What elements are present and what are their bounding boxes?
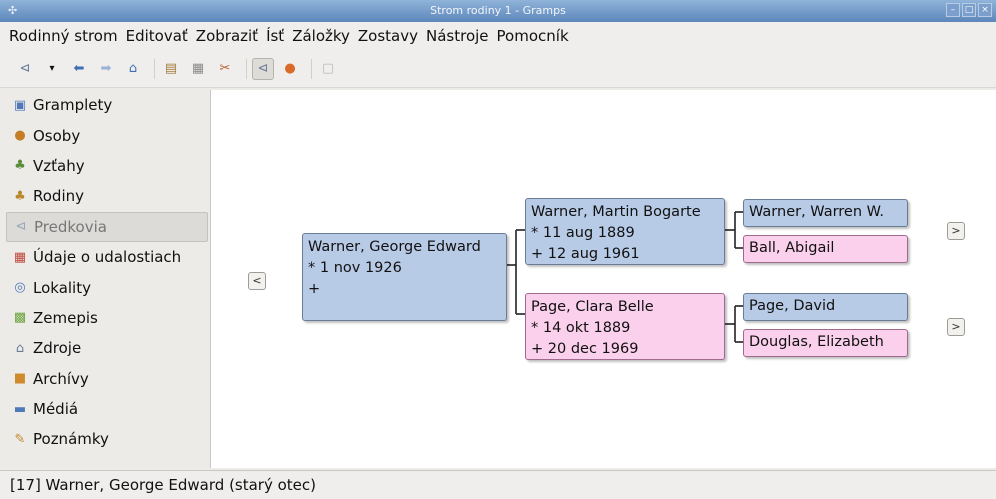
scissors-icon[interactable]: ✂ xyxy=(214,58,236,80)
pedigree-icon: ⊲ xyxy=(15,219,27,235)
person-name: Warner, Martin Bogarte xyxy=(531,204,701,220)
toolbar-separator xyxy=(246,58,247,79)
window-title: Strom rodiny 1 - Gramps xyxy=(430,4,566,17)
person-box-father[interactable]: Warner, Martin Bogarte * 11 aug 1889 + 1… xyxy=(525,198,725,265)
statusbar: [17] Warner, George Edward (starý otec) xyxy=(0,470,996,499)
person-birth: * 14 okt 1889 xyxy=(531,320,631,336)
navigate-paternal-ancestors-button[interactable]: > xyxy=(947,222,965,240)
sidebar-item-osoby[interactable]: ● Osoby xyxy=(6,120,208,150)
menu-zalozky[interactable]: Záložky xyxy=(292,27,350,45)
map-icon: ▩ xyxy=(13,310,27,326)
archive-icon: ■ xyxy=(13,371,27,387)
menu-ist[interactable]: Ísť xyxy=(266,27,284,45)
toolbar-separator xyxy=(154,58,155,79)
person-death: + 20 dec 1969 xyxy=(531,341,639,357)
tree-view-icon[interactable]: ⊲ xyxy=(14,58,36,80)
menu-pomocnik[interactable]: Pomocník xyxy=(497,27,569,45)
sidebar: ▣ Gramplety ● Osoby ♣ Vzťahy ♣ Rodiny ⊲ … xyxy=(6,90,208,468)
sidebar-item-label: Zemepis xyxy=(33,308,98,327)
menubar: Rodinný strom Editovať Zobraziť Ísť Zálo… xyxy=(0,22,996,50)
person-box-paternal-grandfather[interactable]: Warner, Warren W. xyxy=(743,199,908,227)
sidebar-item-zdroje[interactable]: ⌂ Zdroje xyxy=(6,333,208,363)
person-box-mother[interactable]: Page, Clara Belle * 14 okt 1889 + 20 dec… xyxy=(525,293,725,360)
person-name: Ball, Abigail xyxy=(749,240,835,256)
person-box-maternal-grandmother[interactable]: Douglas, Elizabeth xyxy=(743,329,908,357)
sidebar-item-label: Predkovia xyxy=(34,217,107,236)
media-icon: ▬ xyxy=(13,401,27,417)
person-birth: * 1 nov 1926 xyxy=(308,260,402,276)
sidebar-item-label: Rodiny xyxy=(33,187,84,206)
toolbar: ⊲ ▾ ⬅ ➡ ⌂ ▤ ▦ ✂ ⊲ ● ▢ xyxy=(0,50,996,88)
notes-icon: ✎ xyxy=(14,431,26,447)
person-name: Warner, George Edward xyxy=(308,239,481,255)
pedigree-canvas: < Warner, George Edward * 1 nov 1926 + W… xyxy=(210,90,996,468)
person-box-paternal-grandmother[interactable]: Ball, Abigail xyxy=(743,235,908,263)
person-box-root[interactable]: Warner, George Edward * 1 nov 1926 + xyxy=(302,233,507,321)
person-name: Warner, Warren W. xyxy=(749,204,884,220)
sidebar-item-label: Archívy xyxy=(33,369,89,388)
minimize-icon[interactable]: – xyxy=(946,3,960,17)
relationship-icon: ♣ xyxy=(14,158,26,174)
gramplet-icon: ▣ xyxy=(13,97,27,113)
fan-chart-icon[interactable]: ● xyxy=(279,58,301,80)
window-titlebar: ✣ Strom rodiny 1 - Gramps – □ × xyxy=(0,0,996,22)
sidebar-item-label: Lokality xyxy=(33,278,91,297)
navigate-maternal-ancestors-button[interactable]: > xyxy=(947,318,965,336)
pedigree-view-icon[interactable]: ⊲ xyxy=(252,57,274,80)
status-text: [17] Warner, George Edward (starý otec) xyxy=(10,476,317,494)
menu-rodinny-strom[interactable]: Rodinný strom xyxy=(9,27,118,45)
sources-icon: ⌂ xyxy=(15,340,25,356)
sidebar-item-label: Médiá xyxy=(33,400,79,419)
back-arrow-icon[interactable]: ⬅ xyxy=(68,58,90,80)
person-birth: * 11 aug 1889 xyxy=(531,225,635,241)
sidebar-item-label: Poznámky xyxy=(33,430,109,449)
person-name: Page, David xyxy=(749,298,836,314)
sidebar-item-label: Údaje o udalostiach xyxy=(33,248,182,267)
person-death: + xyxy=(308,281,321,297)
person-box-maternal-grandfather[interactable]: Page, David xyxy=(743,293,908,321)
config-icon[interactable]: ▢ xyxy=(317,58,339,80)
forward-arrow-icon[interactable]: ➡ xyxy=(95,58,117,80)
sidebar-item-zemepis[interactable]: ▩ Zemepis xyxy=(6,303,208,333)
maximize-icon[interactable]: □ xyxy=(962,3,976,17)
menu-nastroje[interactable]: Nástroje xyxy=(426,27,489,45)
sidebar-item-label: Osoby xyxy=(33,126,81,145)
dropdown-arrow-icon[interactable]: ▾ xyxy=(41,58,63,80)
sidebar-item-label: Zdroje xyxy=(33,339,82,358)
home-icon[interactable]: ⌂ xyxy=(122,58,144,80)
sidebar-item-archivy[interactable]: ■ Archívy xyxy=(6,364,208,394)
events-icon: ▦ xyxy=(13,249,27,265)
list-icon[interactable]: ▦ xyxy=(187,58,209,80)
clipboard-icon[interactable]: ▤ xyxy=(160,58,182,80)
menu-zostavy[interactable]: Zostavy xyxy=(358,27,418,45)
person-icon: ● xyxy=(14,128,26,144)
family-icon: ♣ xyxy=(14,188,26,204)
menu-zobrazit[interactable]: Zobraziť xyxy=(196,27,258,45)
sidebar-item-gramplety[interactable]: ▣ Gramplety xyxy=(6,90,208,120)
toolbar-separator xyxy=(311,58,312,79)
navigate-child-button[interactable]: < xyxy=(248,272,266,290)
person-name: Page, Clara Belle xyxy=(531,299,654,315)
sidebar-item-media[interactable]: ▬ Médiá xyxy=(6,394,208,424)
person-death: + 12 aug 1961 xyxy=(531,246,640,262)
sidebar-item-udaje-o-udalostiach[interactable]: ▦ Údaje o udalostiach xyxy=(6,242,208,272)
menu-editovat[interactable]: Editovať xyxy=(126,27,188,45)
person-name: Douglas, Elizabeth xyxy=(749,334,884,350)
sidebar-item-label: Vzťahy xyxy=(33,156,85,175)
sidebar-item-predkovia[interactable]: ⊲ Predkovia xyxy=(6,211,208,242)
close-icon[interactable]: × xyxy=(978,3,992,17)
sidebar-item-lokality[interactable]: ◎ Lokality xyxy=(6,272,208,302)
sidebar-item-vztahy[interactable]: ♣ Vzťahy xyxy=(6,151,208,181)
globe-icon: ◎ xyxy=(14,280,26,296)
sidebar-item-poznamky[interactable]: ✎ Poznámky xyxy=(6,424,208,454)
sidebar-item-rodiny[interactable]: ♣ Rodiny xyxy=(6,181,208,211)
sidebar-item-label: Gramplety xyxy=(33,96,113,115)
